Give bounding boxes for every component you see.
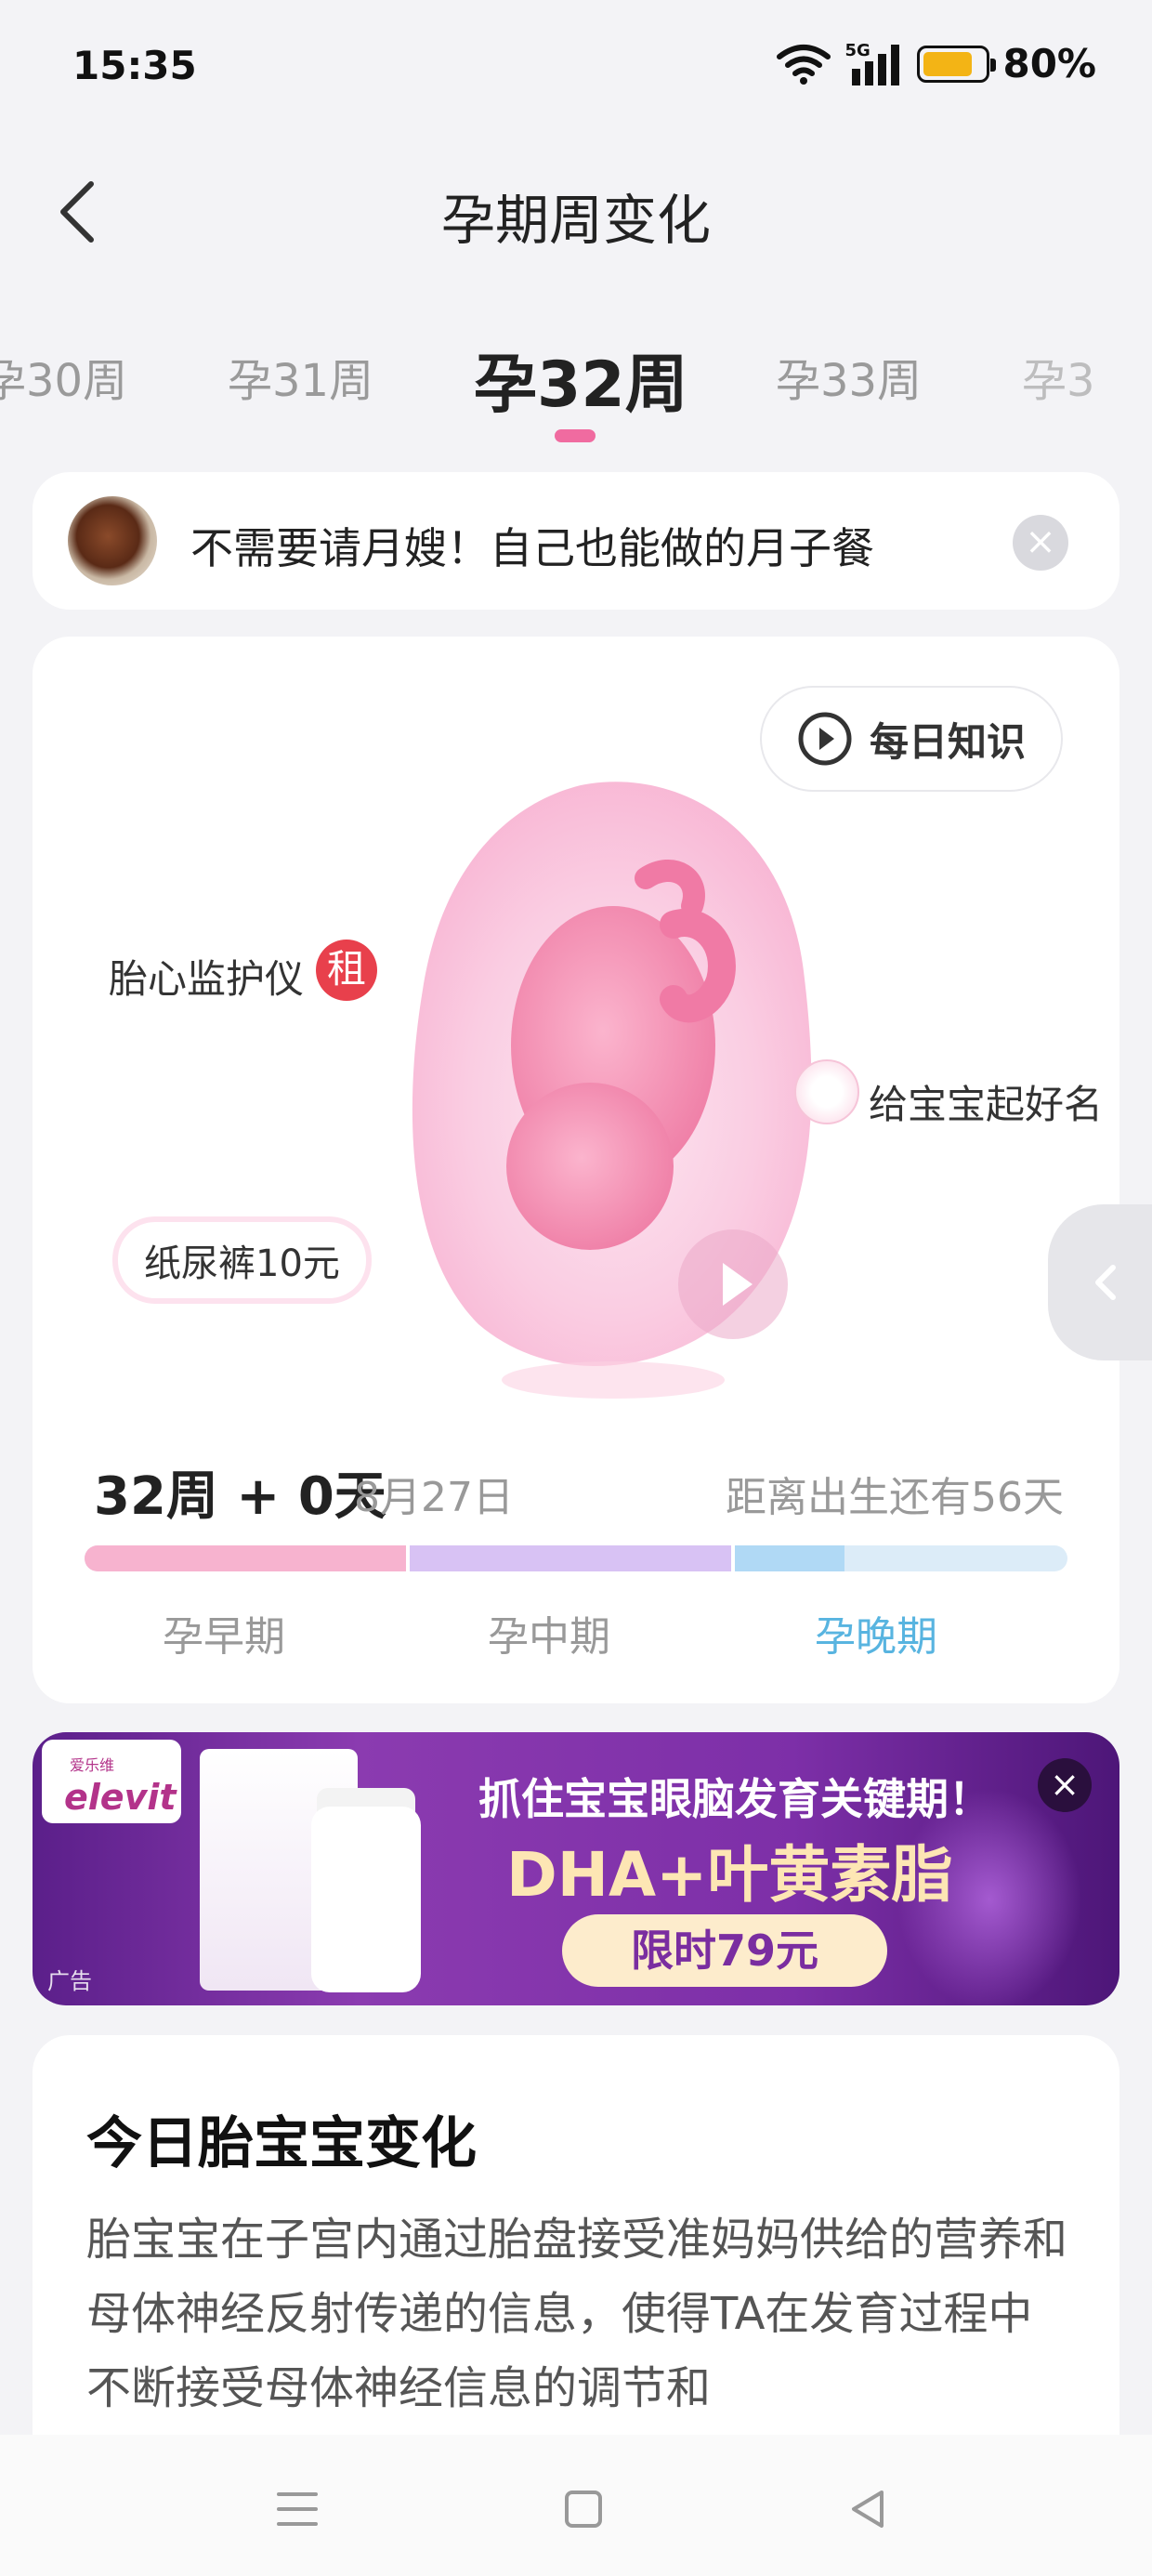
fetal-monitor-link[interactable]: 胎心监护仪 (109, 948, 304, 1005)
status-bar: 15:35 5G 80% (0, 0, 1152, 139)
battery-icon (917, 45, 997, 83)
play-icon (798, 712, 852, 766)
battery-percent: 80% (1002, 41, 1096, 86)
phase-mid[interactable]: 孕中期 (488, 1603, 610, 1663)
birth-countdown: 距离出生还有56天 (726, 1474, 1064, 1521)
week-day-info: 32周 + 0天 (94, 1466, 386, 1527)
tab-week-33[interactable]: 孕33周 (776, 344, 922, 409)
tab-week-30[interactable]: 孕30周 (0, 344, 127, 409)
ad-product-name: DHA+叶黄素脂 (506, 1839, 953, 1911)
progress-mid (410, 1545, 735, 1571)
promo-banner[interactable]: 不需要请月嫂！自己也能做的月子餐 × (33, 472, 1119, 610)
ad-brand-logo: elevit (64, 1777, 177, 1818)
progress-early (85, 1545, 410, 1571)
status-time: 15:35 (72, 43, 197, 88)
promo-text: 不需要请月嫂！自己也能做的月子餐 (190, 523, 874, 573)
name-dot-icon (794, 1059, 859, 1124)
side-drawer-handle[interactable] (1048, 1204, 1152, 1360)
promo-thumbnail (68, 496, 157, 585)
tab-week-32[interactable]: 孕32周 (474, 333, 688, 425)
triangle-back-icon (852, 2491, 884, 2528)
diaper-link[interactable]: 纸尿裤10元 (118, 1222, 366, 1298)
video-play-button[interactable] (678, 1229, 788, 1339)
tab-week-31[interactable]: 孕31周 (228, 344, 373, 409)
header: 孕期周变化 (0, 158, 1152, 260)
phase-late[interactable]: 孕晚期 (815, 1603, 937, 1663)
baby-name-link[interactable]: 给宝宝起好名 (869, 1073, 1103, 1130)
back-nav-button[interactable] (841, 2481, 897, 2537)
product-bottle-image (311, 1807, 421, 1992)
ad-close-button[interactable]: × (1038, 1758, 1092, 1812)
fetus-card: 每日知识 胎心监护仪 租 给宝宝起好名 纸尿裤10元 32周 + 0天 8月27… (33, 637, 1119, 1703)
pregnancy-progress-bar (85, 1545, 1067, 1571)
phase-early[interactable]: 孕早期 (163, 1603, 285, 1663)
current-date: 8月27日 (354, 1474, 514, 1521)
signal-icon: 5G (844, 40, 904, 85)
ad-brand-small: 爱乐维 (70, 1756, 115, 1774)
tab-indicator (555, 429, 596, 442)
page-title: 孕期周变化 (440, 189, 711, 252)
changes-body: 胎宝宝在子宫内通过胎盘接受准妈妈供给的营养和母体神经反射传递的信息，使得TA在发… (86, 2214, 1068, 2414)
rent-badge[interactable]: 租 (316, 940, 377, 1001)
ad-logo-box: 爱乐维 elevit (42, 1740, 181, 1823)
play-icon (723, 1263, 753, 1306)
ad-headline: 抓住宝宝眼脑发育关键期！ (478, 1774, 991, 1824)
ad-tag: 广告 (47, 1968, 92, 1994)
ad-cta-button[interactable]: 限时79元 (562, 1914, 887, 1987)
home-nav-button[interactable] (556, 2481, 611, 2537)
square-icon (565, 2491, 602, 2528)
daily-knowledge-label: 每日知识 (869, 718, 1026, 765)
system-nav-bar (0, 2435, 1152, 2576)
ad-banner[interactable]: 爱乐维 elevit 广告 抓住宝宝眼脑发育关键期！ DHA+叶黄素脂 限时79… (33, 1732, 1119, 2005)
menu-icon (277, 2492, 318, 2526)
week-tabs: 孕30周 孕31周 孕32周 孕33周 孕3 (0, 316, 1152, 455)
wifi-icon (777, 44, 831, 85)
tab-week-34[interactable]: 孕3 (1022, 344, 1095, 409)
network-type: 5G (844, 40, 871, 60)
chevron-left-icon (1095, 1265, 1116, 1300)
close-icon[interactable]: × (1013, 515, 1068, 571)
changes-title: 今日胎宝宝变化 (86, 2111, 477, 2176)
progress-late (735, 1545, 844, 1571)
menu-nav-button[interactable] (269, 2481, 325, 2537)
status-icons: 5G 80% (776, 41, 1096, 86)
